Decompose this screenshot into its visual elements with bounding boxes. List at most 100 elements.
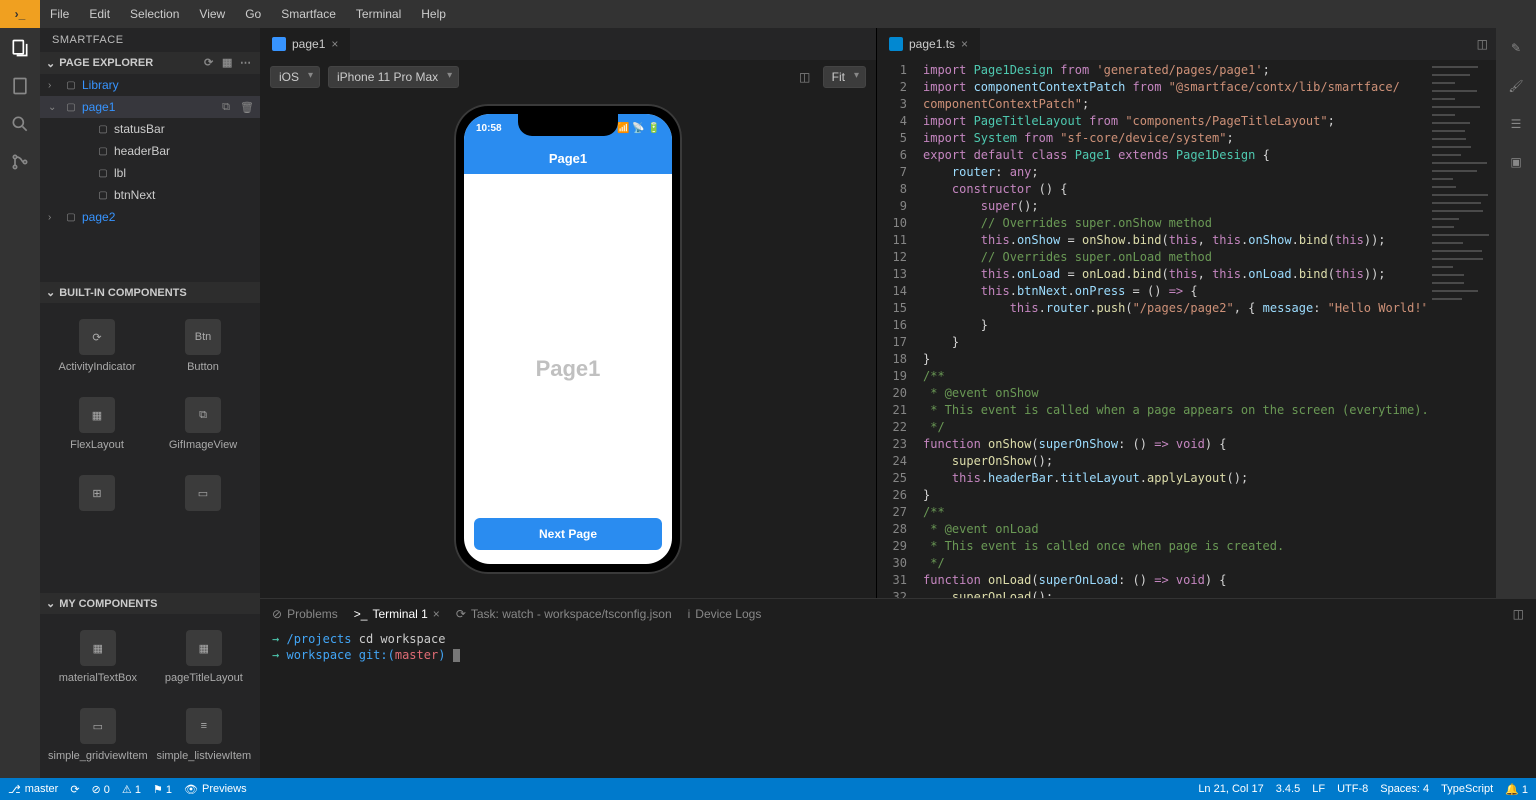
component-item[interactable]: ▭ [154,467,252,525]
os-dropdown[interactable]: iOS [270,66,320,88]
panel-tab-terminal-1[interactable]: >_Terminal 1 × [354,607,440,621]
section-mycomps[interactable]: ⌄ MY COMPONENTS [40,593,260,614]
edit-icon[interactable]: ✎ [1504,36,1528,60]
explorer-icon[interactable] [8,36,32,60]
menu-go[interactable]: Go [235,0,271,28]
status-spaces[interactable]: Spaces: 4 [1380,783,1429,795]
refresh-icon[interactable]: ⟳ [204,56,218,70]
terminal[interactable]: → /projects cd workspace → workspace git… [260,629,1536,778]
phone-label[interactable]: Page1 [536,356,601,382]
code-editor[interactable]: import Page1Design from 'generated/pages… [917,60,1426,598]
term-command: cd workspace [359,632,446,646]
status-encoding[interactable]: UTF-8 [1337,783,1368,795]
panel-tab-problems[interactable]: ⊘Problems [272,607,338,621]
component-item[interactable]: ⊞ [48,467,146,525]
phone-time: 10:58 [476,123,502,134]
component-simple_listviewItem[interactable]: ≡ simple_listviewItem [156,700,252,770]
new-page-icon[interactable]: ▦ [222,56,236,70]
menu-selection[interactable]: Selection [120,0,189,28]
tree-item-statusBar[interactable]: ▢statusBar [40,118,260,140]
component-label: simple_listviewItem [156,750,251,762]
app-logo: ›_ [0,0,40,28]
panel-layout-icon[interactable]: ◫ [1513,607,1524,621]
minimap[interactable] [1426,60,1496,598]
zoom-dropdown[interactable]: Fit [823,66,866,88]
chevron-down-icon: ⌄ [46,597,55,610]
tree-item-lbl[interactable]: ▢lbl [40,162,260,184]
component-icon: ▦ [79,397,115,433]
close-icon[interactable]: × [433,607,440,621]
device-dropdown[interactable]: iPhone 11 Pro Max [328,66,459,88]
list-icon[interactable]: ☰ [1504,112,1528,136]
term-git: ) [438,648,445,662]
status-lncol[interactable]: Ln 21, Col 17 [1198,783,1263,795]
sidebar-title: SMARTFACE [40,28,260,52]
copy-icon[interactable]: ⧉ [222,101,236,114]
component-label: ActivityIndicator [58,361,135,373]
status-version[interactable]: 3.4.5 [1276,783,1300,795]
close-icon[interactable]: × [331,37,338,51]
scm-icon[interactable] [8,150,32,174]
panel-tab-icon: i [688,607,691,621]
menu-help[interactable]: Help [411,0,456,28]
link-icon: ▢ [64,78,78,92]
more-icon[interactable]: ⋯ [240,56,254,70]
page-icon: ▢ [64,100,78,114]
close-icon[interactable]: × [961,37,968,51]
code-pane: page1.ts × ◫ 123456789101112131415161718… [876,28,1496,598]
status-eol[interactable]: LF [1312,783,1325,795]
component-FlexLayout[interactable]: ▦FlexLayout [48,389,146,459]
panel-tab-device-logs[interactable]: iDevice Logs [688,607,762,621]
status-language[interactable]: TypeScript [1441,783,1493,795]
menu-terminal[interactable]: Terminal [346,0,411,28]
component-ActivityIndicator[interactable]: ⟳ActivityIndicator [48,311,146,381]
menu-edit[interactable]: Edit [79,0,120,28]
delete-icon[interactable]: 🗑 [240,101,260,114]
tree-item-btnNext[interactable]: ▢btnNext [40,184,260,206]
component-pageTitleLayout[interactable]: ▦pageTitleLayout [156,622,252,692]
box-icon[interactable]: ▣ [1504,150,1528,174]
component-label: GifImageView [169,439,237,451]
status-branch[interactable]: ⎇ master [8,783,58,796]
tab-page1-ts[interactable]: page1.ts × [877,28,981,60]
brush-icon[interactable]: 🖌 [1504,74,1528,98]
tab-page1[interactable]: page1 × [260,28,351,60]
search-icon[interactable] [8,112,32,136]
component-materialTextBox[interactable]: ▦materialTextBox [48,622,148,692]
tree-item-page1[interactable]: ⌄▢page1⧉🗑 [40,96,260,118]
panel-tab-task-watch-workspace-tsconfig-json[interactable]: ⟳Task: watch - workspace/tsconfig.json [456,607,672,621]
status-warnings[interactable]: ⚠ 1 [122,783,141,796]
menu-smartface[interactable]: Smartface [271,0,346,28]
status-errors[interactable]: ⊘ 0 [92,783,110,796]
split-icon[interactable]: ◫ [795,70,815,84]
phone-status-icons: 📶 📡 🔋 [617,123,660,134]
tree-item-page2[interactable]: ›▢page2 [40,206,260,228]
designer-tabbar: page1 × [260,28,876,60]
chevron-down-icon: ⌄ [46,286,55,299]
component-simple_gridviewItem[interactable]: ▭simple_gridviewItem [48,700,148,770]
menu-view[interactable]: View [189,0,235,28]
phone-next-button[interactable]: Next Page [474,518,662,550]
component-icon: ≡ [186,708,222,744]
status-previews[interactable]: 👁 Previews [184,783,247,796]
right-activity-bar: ✎ 🖌 ☰ ▣ [1496,28,1536,598]
menu-file[interactable]: File [40,0,79,28]
component-icon: ▦ [80,630,116,666]
status-conflicts[interactable]: ⚑ 1 [153,783,172,796]
chevron-down-icon: ⌄ [46,57,55,70]
split-editor-icon[interactable]: ◫ [1477,37,1488,51]
component-GifImageView[interactable]: ⧉GifImageView [154,389,252,459]
panel-tab-icon: ⟳ [456,607,466,621]
status-sync[interactable]: ⟳ [70,783,79,796]
tree-item-Library[interactable]: ›▢Library [40,74,260,96]
tree-item-headerBar[interactable]: ▢headerBar [40,140,260,162]
status-bell[interactable]: 🔔 1 [1505,783,1528,796]
files-icon[interactable] [8,74,32,98]
section-page-explorer[interactable]: ⌄ PAGE EXPLORER ⟳ ▦ ⋯ [40,52,260,74]
panel-tab-icon: >_ [354,607,368,621]
term-prompt-arrow: → [272,648,279,662]
designer-toolbar: iOS iPhone 11 Pro Max ◫ Fit [260,60,876,94]
component-Button[interactable]: BtnButton [154,311,252,381]
section-builtin[interactable]: ⌄ BUILT-IN COMPONENTS [40,282,260,303]
term-prompt-arrow: → [272,632,279,646]
